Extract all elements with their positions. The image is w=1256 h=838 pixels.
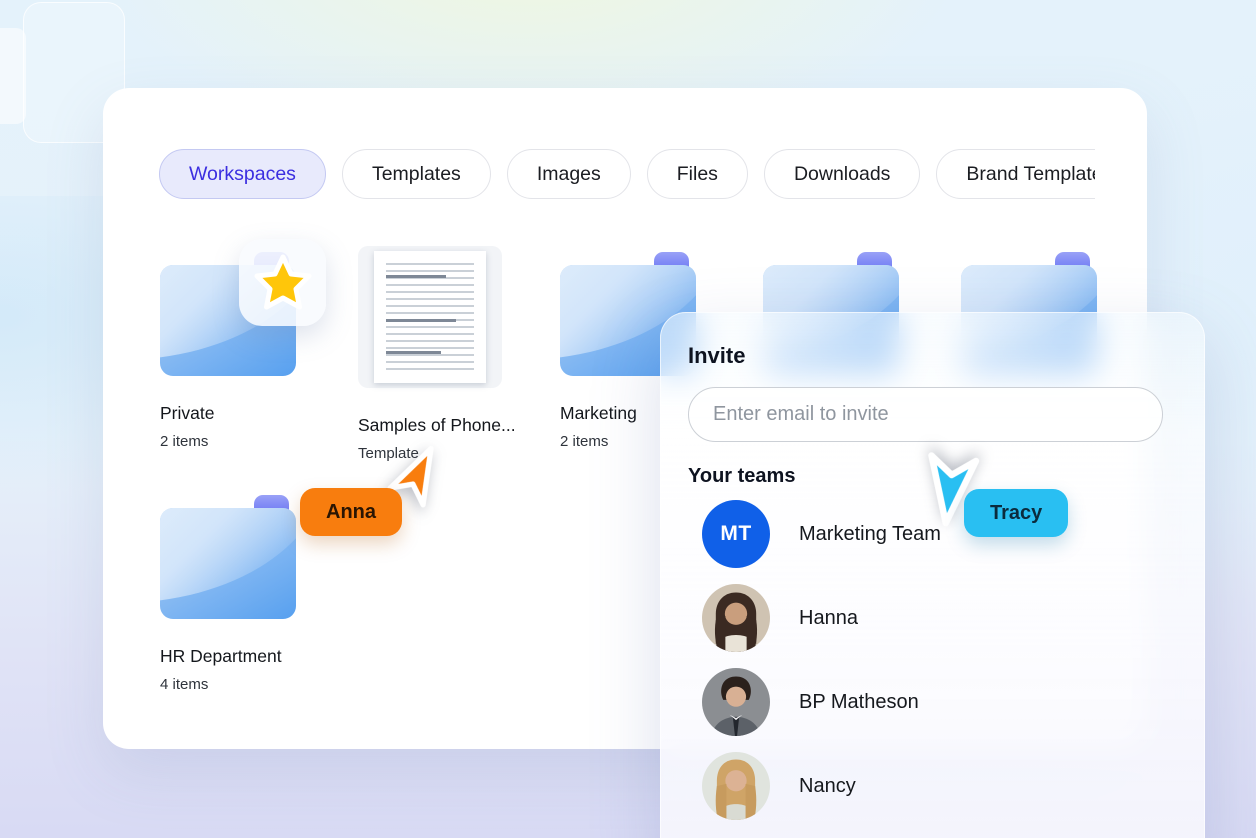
avatar: [702, 668, 770, 736]
anna-cursor-label: Anna: [300, 488, 402, 536]
item-name: Private: [160, 403, 350, 424]
team-avatar: MT: [702, 500, 770, 568]
folder-item-private[interactable]: Private 2 items: [160, 252, 350, 450]
member-name: Marketing Team: [799, 523, 941, 546]
member-row-nancy[interactable]: Nancy: [702, 752, 1177, 820]
invite-title: Invite: [688, 343, 745, 369]
tab-downloads[interactable]: Downloads: [764, 149, 920, 199]
folder-icon: [160, 495, 296, 619]
template-item-samples[interactable]: Samples of Phone... Template: [358, 246, 548, 462]
member-name: BP Matheson: [799, 691, 919, 714]
tab-workspaces[interactable]: Workspaces: [159, 149, 326, 199]
invite-email-input[interactable]: [688, 387, 1163, 442]
document-thumbnail: [358, 246, 502, 388]
favorite-badge: [239, 239, 326, 326]
invite-panel: Invite Your teams MT Marketing Team: [660, 312, 1205, 838]
screenshot-stage: Workspaces Templates Images Files Downlo…: [0, 0, 1256, 838]
tab-brand-templates[interactable]: Brand Templates: [936, 149, 1095, 199]
tab-images[interactable]: Images: [507, 149, 631, 199]
item-meta: 2 items: [160, 433, 350, 450]
member-name: Hanna: [799, 607, 858, 630]
tracy-cursor-label: Tracy: [964, 489, 1068, 537]
member-row-hanna[interactable]: Hanna: [702, 584, 1177, 652]
filter-tabs: Workspaces Templates Images Files Downlo…: [159, 149, 1095, 201]
member-row-bp-matheson[interactable]: BP Matheson: [702, 668, 1177, 736]
star-icon: [250, 250, 316, 316]
background-bar-decoration: [0, 28, 26, 124]
folder-icon: [160, 252, 296, 376]
avatar: [702, 584, 770, 652]
teams-list: MT Marketing Team Hanna: [702, 500, 1177, 820]
avatar: [702, 752, 770, 820]
tab-files[interactable]: Files: [647, 149, 748, 199]
item-name: Samples of Phone...: [358, 415, 548, 436]
tab-templates[interactable]: Templates: [342, 149, 491, 199]
your-teams-heading: Your teams: [688, 465, 795, 488]
item-meta: 4 items: [160, 676, 350, 693]
item-name: HR Department: [160, 646, 350, 667]
member-name: Nancy: [799, 775, 856, 798]
